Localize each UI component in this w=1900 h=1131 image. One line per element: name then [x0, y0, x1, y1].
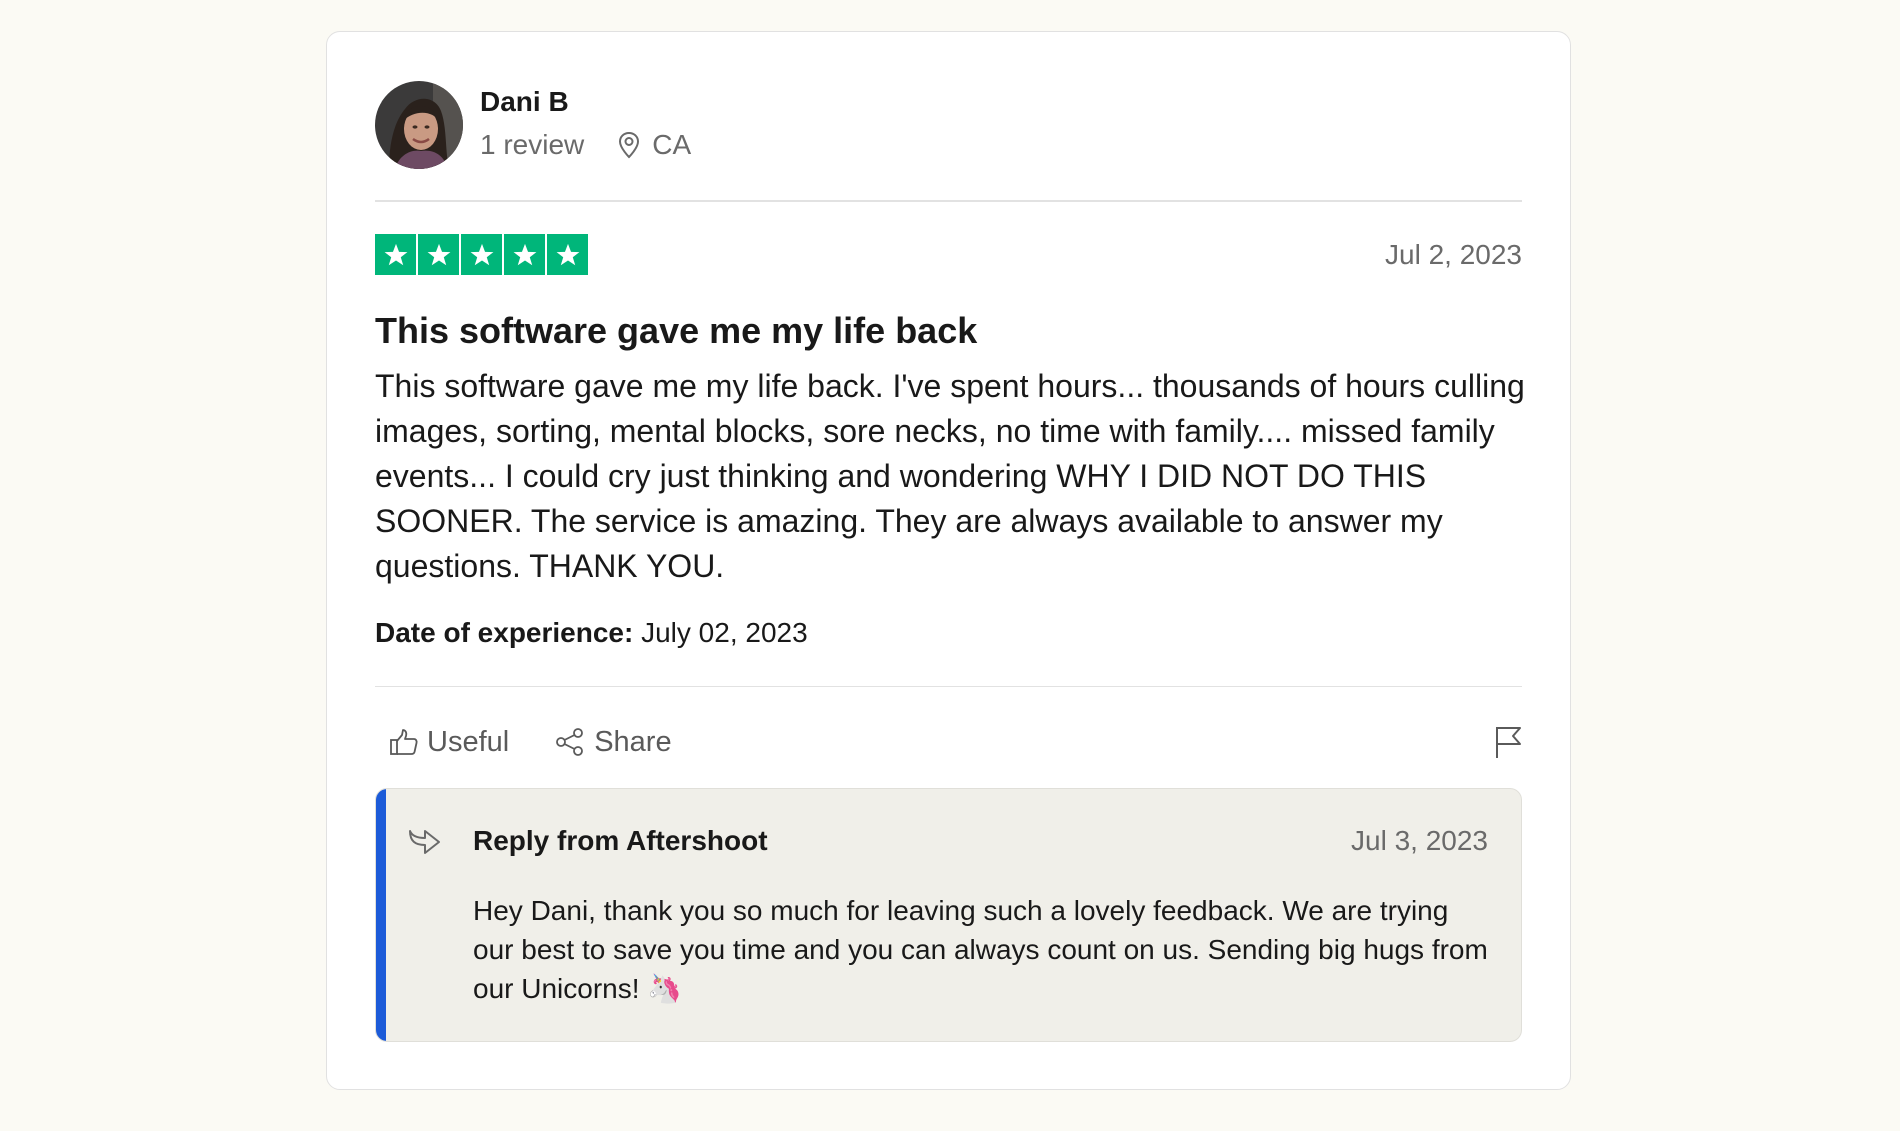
star-icon: [418, 234, 459, 275]
share-button[interactable]: Share: [554, 725, 672, 759]
reviewer-header: Dani B 1 review CA: [375, 80, 1522, 170]
star-icon: [547, 234, 588, 275]
user-info: Dani B 1 review CA: [480, 86, 691, 162]
review-body: This software gave me my life back. I've…: [375, 367, 1525, 584]
reply-arrow-icon: [407, 827, 441, 862]
review-title[interactable]: This software gave me my life back: [375, 309, 1522, 353]
company-reply: Reply from Aftershoot Jul 3, 2023 Hey Da…: [375, 788, 1522, 1042]
star-icon: [375, 234, 416, 275]
review-content: Dani B 1 review CA Jul 2, 2023 This soft…: [375, 80, 1525, 1042]
location-pin-icon: [619, 131, 640, 158]
rating-row: Jul 2, 2023: [375, 234, 1522, 276]
review-actions: Useful Share: [375, 717, 1522, 767]
location-label: CA: [652, 128, 692, 160]
flag-icon: [1496, 727, 1521, 758]
reply-date: Jul 3, 2023: [1351, 825, 1488, 856]
experience-label: Date of experience:: [375, 616, 634, 648]
reply-text: Hey Dani, thank you so much for leaving …: [473, 895, 1488, 1004]
review-count: 1 review: [480, 128, 585, 160]
share-icon: [556, 728, 584, 756]
reviewer-name[interactable]: Dani B: [480, 85, 691, 119]
star-icon: [461, 234, 502, 275]
thumbs-up-icon: [390, 729, 418, 755]
header-divider: [375, 200, 1522, 202]
share-label: Share: [594, 725, 672, 758]
user-meta: 1 review CA: [480, 128, 691, 162]
date-of-experience: Date of experience: July 02, 2023: [375, 616, 1522, 650]
report-flag-button[interactable]: [1494, 725, 1522, 764]
avatar[interactable]: [375, 81, 463, 169]
useful-label: Useful: [427, 725, 510, 758]
reviewer-location: CA: [618, 128, 691, 162]
star-rating: [375, 234, 588, 275]
reply-from: Reply from Aftershoot: [473, 825, 768, 856]
body-divider: [375, 685, 1522, 687]
experience-date: July 02, 2023: [633, 616, 808, 648]
useful-button[interactable]: Useful: [389, 726, 509, 759]
reply-accent-bar: [376, 789, 386, 1041]
review-date: Jul 2, 2023: [1385, 238, 1522, 270]
star-icon: [504, 234, 545, 275]
review-card: Dani B 1 review CA Jul 2, 2023 This soft…: [326, 31, 1571, 1090]
